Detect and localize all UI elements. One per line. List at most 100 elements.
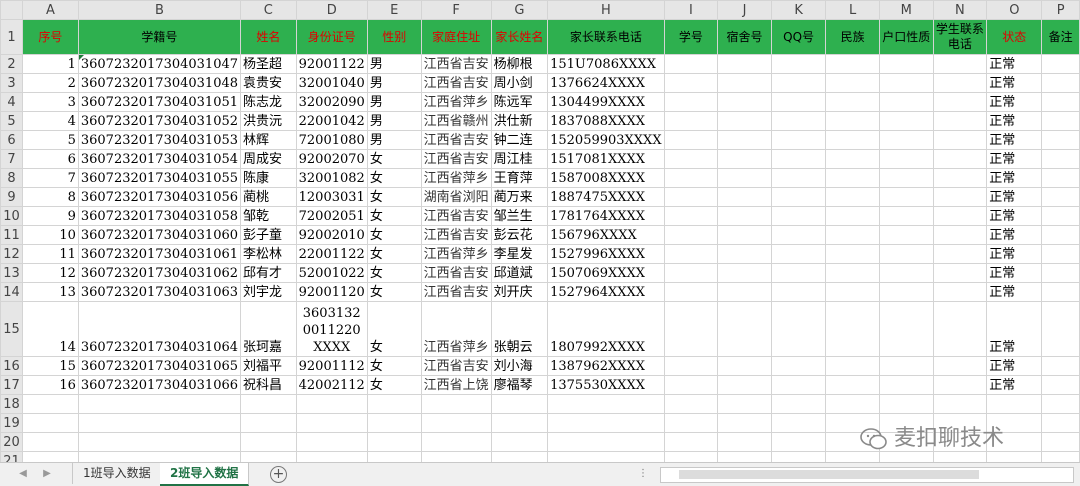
cell-status[interactable]: 正常 <box>986 356 1043 376</box>
cell-address[interactable]: 江西省萍乡 <box>420 92 492 112</box>
cell-empty[interactable] <box>770 413 827 433</box>
cell-empty[interactable] <box>1041 92 1080 112</box>
cell-address[interactable]: 江西省吉安 <box>420 225 492 245</box>
cell-empty[interactable] <box>878 375 934 395</box>
cell-status[interactable]: 正常 <box>986 130 1043 150</box>
cell-status[interactable]: 正常 <box>986 225 1043 245</box>
header-cell[interactable]: 姓名 <box>240 19 297 55</box>
cell-parent-name[interactable]: 刘小海 <box>490 356 549 376</box>
cell-parent-name[interactable]: 邹兰生 <box>490 206 549 226</box>
cell-empty[interactable] <box>663 394 719 414</box>
cell-empty[interactable] <box>717 206 772 226</box>
cell-empty[interactable] <box>663 451 719 462</box>
cell-name[interactable]: 林辉 <box>240 130 297 150</box>
cell-status[interactable]: 正常 <box>986 149 1043 169</box>
cell-no[interactable]: 9 <box>21 206 79 226</box>
cell-gender[interactable]: 女 <box>366 282 422 302</box>
cell-empty[interactable] <box>1041 168 1080 188</box>
cell-empty[interactable] <box>1041 432 1080 452</box>
cell-student-id[interactable]: 3607232017304031060 <box>77 225 242 245</box>
cell-gender[interactable]: 女 <box>366 375 422 395</box>
cell-empty[interactable] <box>717 168 772 188</box>
cell-empty[interactable] <box>1041 244 1080 264</box>
row-header[interactable]: 12 <box>0 244 23 264</box>
cell-name[interactable]: 洪贵沅 <box>240 111 297 131</box>
tab-class1[interactable]: 1班导入数据 <box>72 463 162 484</box>
row-header[interactable]: 19 <box>0 413 23 433</box>
cell-parent-name[interactable]: 蔺万来 <box>490 187 549 207</box>
column-header-g[interactable]: G <box>490 0 549 20</box>
cell-name[interactable]: 李松林 <box>240 244 297 264</box>
cell-name[interactable]: 蔺桃 <box>240 187 297 207</box>
cell-empty[interactable] <box>420 432 492 452</box>
scrollbar-thumb[interactable] <box>679 470 979 479</box>
cell-name[interactable]: 彭子童 <box>240 225 297 245</box>
cell-student-id[interactable]: 3607232017304031047 <box>77 54 242 74</box>
header-cell[interactable]: 学籍号 <box>77 19 242 55</box>
cell-empty[interactable] <box>770 73 827 93</box>
cell-id-number[interactable]: 92001120 <box>295 282 368 302</box>
cell-empty[interactable] <box>825 73 880 93</box>
cell-empty[interactable] <box>825 187 880 207</box>
row-header[interactable]: 8 <box>0 168 23 188</box>
cell-empty[interactable] <box>825 244 880 264</box>
column-header-o[interactable]: O <box>986 0 1043 20</box>
cell-empty[interactable] <box>932 206 988 226</box>
cell-empty[interactable] <box>932 282 988 302</box>
cell-empty[interactable] <box>932 356 988 376</box>
cell-empty[interactable] <box>986 451 1043 462</box>
cell-empty[interactable] <box>717 301 772 357</box>
cell-empty[interactable] <box>825 375 880 395</box>
cell-status[interactable]: 正常 <box>986 375 1043 395</box>
cell-empty[interactable] <box>878 168 934 188</box>
cell-gender[interactable]: 女 <box>366 206 422 226</box>
cell-empty[interactable] <box>878 92 934 112</box>
cell-empty[interactable] <box>770 130 827 150</box>
cell-empty[interactable] <box>770 432 827 452</box>
cell-id-number[interactable]: 72001080 <box>295 130 368 150</box>
header-cell[interactable]: 性别 <box>366 19 422 55</box>
cell-address[interactable]: 江西省吉安 <box>420 54 492 74</box>
cell-empty[interactable] <box>295 413 368 433</box>
cell-id-number[interactable]: 92002010 <box>295 225 368 245</box>
cell-empty[interactable] <box>932 244 988 264</box>
cell-empty[interactable] <box>717 92 772 112</box>
cell-empty[interactable] <box>366 394 422 414</box>
cell-empty[interactable] <box>878 356 934 376</box>
cell-address[interactable]: 江西省上饶 <box>420 375 492 395</box>
cell-no[interactable]: 16 <box>21 375 79 395</box>
cell-empty[interactable] <box>932 225 988 245</box>
cell-parent-phone[interactable]: 151U7086XXXX <box>547 54 665 74</box>
cell-empty[interactable] <box>770 263 827 283</box>
cell-id-number[interactable]: 22001122 <box>295 244 368 264</box>
cell-empty[interactable] <box>295 394 368 414</box>
cell-empty[interactable] <box>77 394 242 414</box>
cell-empty[interactable] <box>878 111 934 131</box>
cell-empty[interactable] <box>240 451 297 462</box>
tab-class2[interactable]: 2班导入数据 <box>160 463 250 486</box>
tab-scroll-left-icon[interactable]: ◀ <box>16 467 30 481</box>
cell-id-number[interactable]: 32002090 <box>295 92 368 112</box>
cell-empty[interactable] <box>825 263 880 283</box>
cell-parent-phone[interactable]: 1517081XXXX <box>547 149 665 169</box>
row-header[interactable]: 5 <box>0 111 23 131</box>
cell-empty[interactable] <box>717 149 772 169</box>
cell-address[interactable]: 江西省吉安 <box>420 130 492 150</box>
header-cell[interactable]: 身份证号 <box>295 19 368 55</box>
column-header-c[interactable]: C <box>240 0 297 20</box>
cell-name[interactable]: 刘福平 <box>240 356 297 376</box>
row-header[interactable]: 13 <box>0 263 23 283</box>
cell-id-number[interactable]: 32001040 <box>295 73 368 93</box>
header-cell[interactable]: 学号 <box>663 19 719 55</box>
cell-student-id[interactable]: 3607232017304031048 <box>77 73 242 93</box>
cell-empty[interactable] <box>770 92 827 112</box>
cell-empty[interactable] <box>878 130 934 150</box>
cell-name[interactable]: 杨圣超 <box>240 54 297 74</box>
row-header[interactable]: 20 <box>0 432 23 452</box>
cell-id-number[interactable]: 92002070 <box>295 149 368 169</box>
cell-gender[interactable]: 男 <box>366 130 422 150</box>
cell-empty[interactable] <box>240 413 297 433</box>
row-header[interactable]: 2 <box>0 54 23 74</box>
cell-parent-phone[interactable]: 1527996XXXX <box>547 244 665 264</box>
cell-student-id[interactable]: 3607232017304031061 <box>77 244 242 264</box>
